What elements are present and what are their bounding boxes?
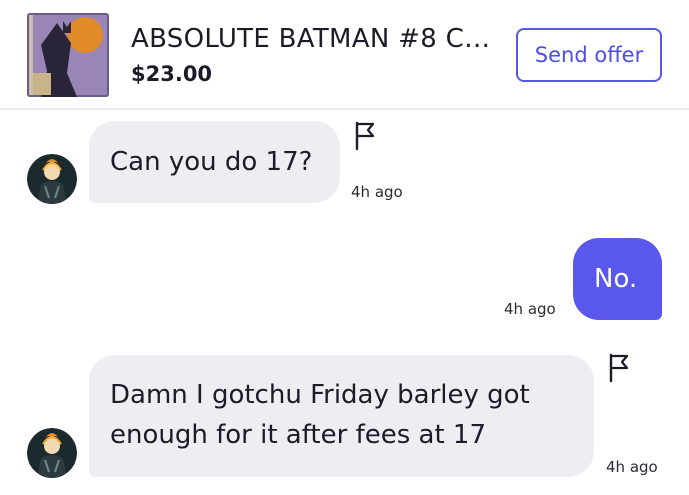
message-bubble-incoming: Damn I gotchu Friday barley got enough f… — [89, 355, 594, 477]
message-bubble-incoming: Can you do 17? — [89, 121, 340, 203]
avatar[interactable] — [27, 428, 77, 478]
item-thumbnail[interactable] — [27, 13, 109, 97]
item-title[interactable]: ABSOLUTE BATMAN #8 C… — [131, 24, 490, 54]
listing-header: ABSOLUTE BATMAN #8 C… $23.00 Send offer — [0, 0, 689, 110]
comic-cover-image — [27, 13, 109, 97]
item-price: $23.00 — [131, 62, 213, 86]
send-offer-button[interactable]: Send offer — [516, 28, 662, 82]
message-text-line: enough for it after fees at 17 — [110, 420, 487, 450]
message-bubble-outgoing: No. — [573, 238, 662, 320]
message-text: No. — [594, 264, 638, 294]
avatar-image — [27, 154, 77, 204]
message-text: Can you do 17? — [110, 147, 313, 177]
flag-icon[interactable] — [608, 353, 632, 383]
message-timestamp: 4h ago — [504, 300, 556, 318]
message-timestamp: 4h ago — [351, 183, 403, 201]
message-timestamp: 4h ago — [606, 458, 658, 476]
flag-icon[interactable] — [354, 121, 378, 151]
avatar-image — [27, 428, 77, 478]
message-text-line: Damn I gotchu Friday barley got — [110, 380, 530, 410]
avatar[interactable] — [27, 154, 77, 204]
